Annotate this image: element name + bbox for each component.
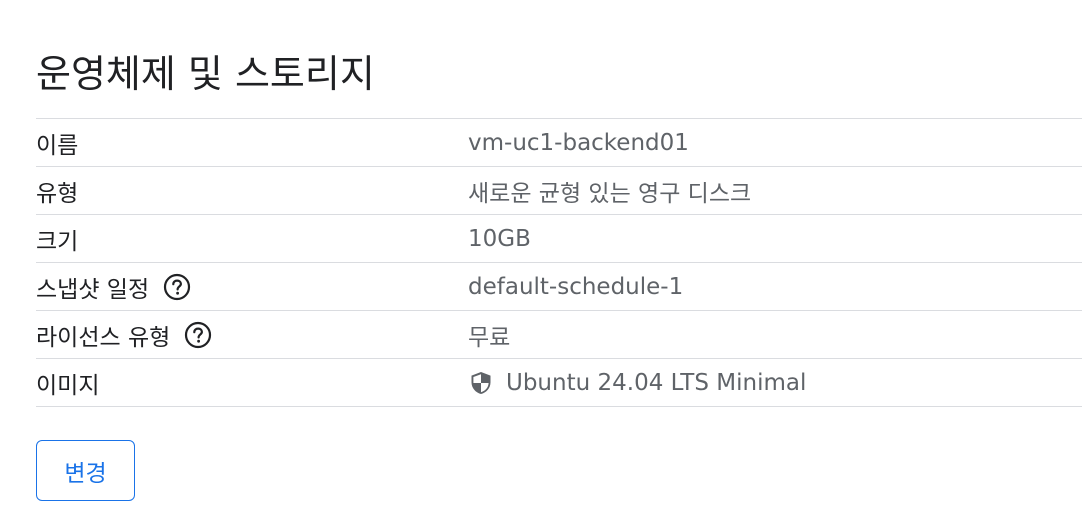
row-value-text: Ubuntu 24.04 LTS Minimal — [506, 369, 807, 396]
row-value: 무료 — [468, 324, 511, 351]
table-row-name: 이름 vm-uc1-backend01 — [36, 119, 1082, 167]
row-label-text: 라이선스 유형 — [36, 324, 171, 351]
table-row-license-type: 라이선스 유형 무료 — [36, 311, 1082, 359]
table-row-size: 크기 10GB — [36, 215, 1082, 263]
change-button[interactable]: 변경 — [36, 440, 135, 501]
row-value: 새로운 균형 있는 영구 디스크 — [468, 180, 752, 207]
row-value-with-icon: Ubuntu 24.04 LTS Minimal — [468, 359, 806, 406]
row-label: 유형 — [36, 180, 79, 207]
table-row-snapshot-schedule: 스냅샷 일정 default-schedule-1 — [36, 263, 1082, 311]
row-value: 10GB — [468, 225, 531, 252]
details-table: 이름 vm-uc1-backend01 유형 새로운 균형 있는 영구 디스크 … — [36, 118, 1082, 407]
row-value: default-schedule-1 — [468, 273, 684, 300]
row-label-with-help: 라이선스 유형 — [36, 311, 212, 358]
table-row-type: 유형 새로운 균형 있는 영구 디스크 — [36, 167, 1082, 215]
row-value: vm-uc1-backend01 — [468, 129, 689, 156]
row-label: 이름 — [36, 132, 79, 159]
help-circle-icon[interactable] — [184, 321, 212, 349]
section-title: 운영체제 및 스토리지 — [36, 52, 375, 96]
row-label-with-help: 스냅샷 일정 — [36, 263, 191, 310]
row-label: 크기 — [36, 228, 79, 255]
table-row-image: 이미지 Ubuntu 24.04 LTS Minimal — [36, 359, 1082, 407]
shield-icon — [468, 370, 494, 396]
row-label: 이미지 — [36, 372, 100, 399]
help-circle-icon[interactable] — [163, 273, 191, 301]
row-label-text: 스냅샷 일정 — [36, 276, 150, 303]
